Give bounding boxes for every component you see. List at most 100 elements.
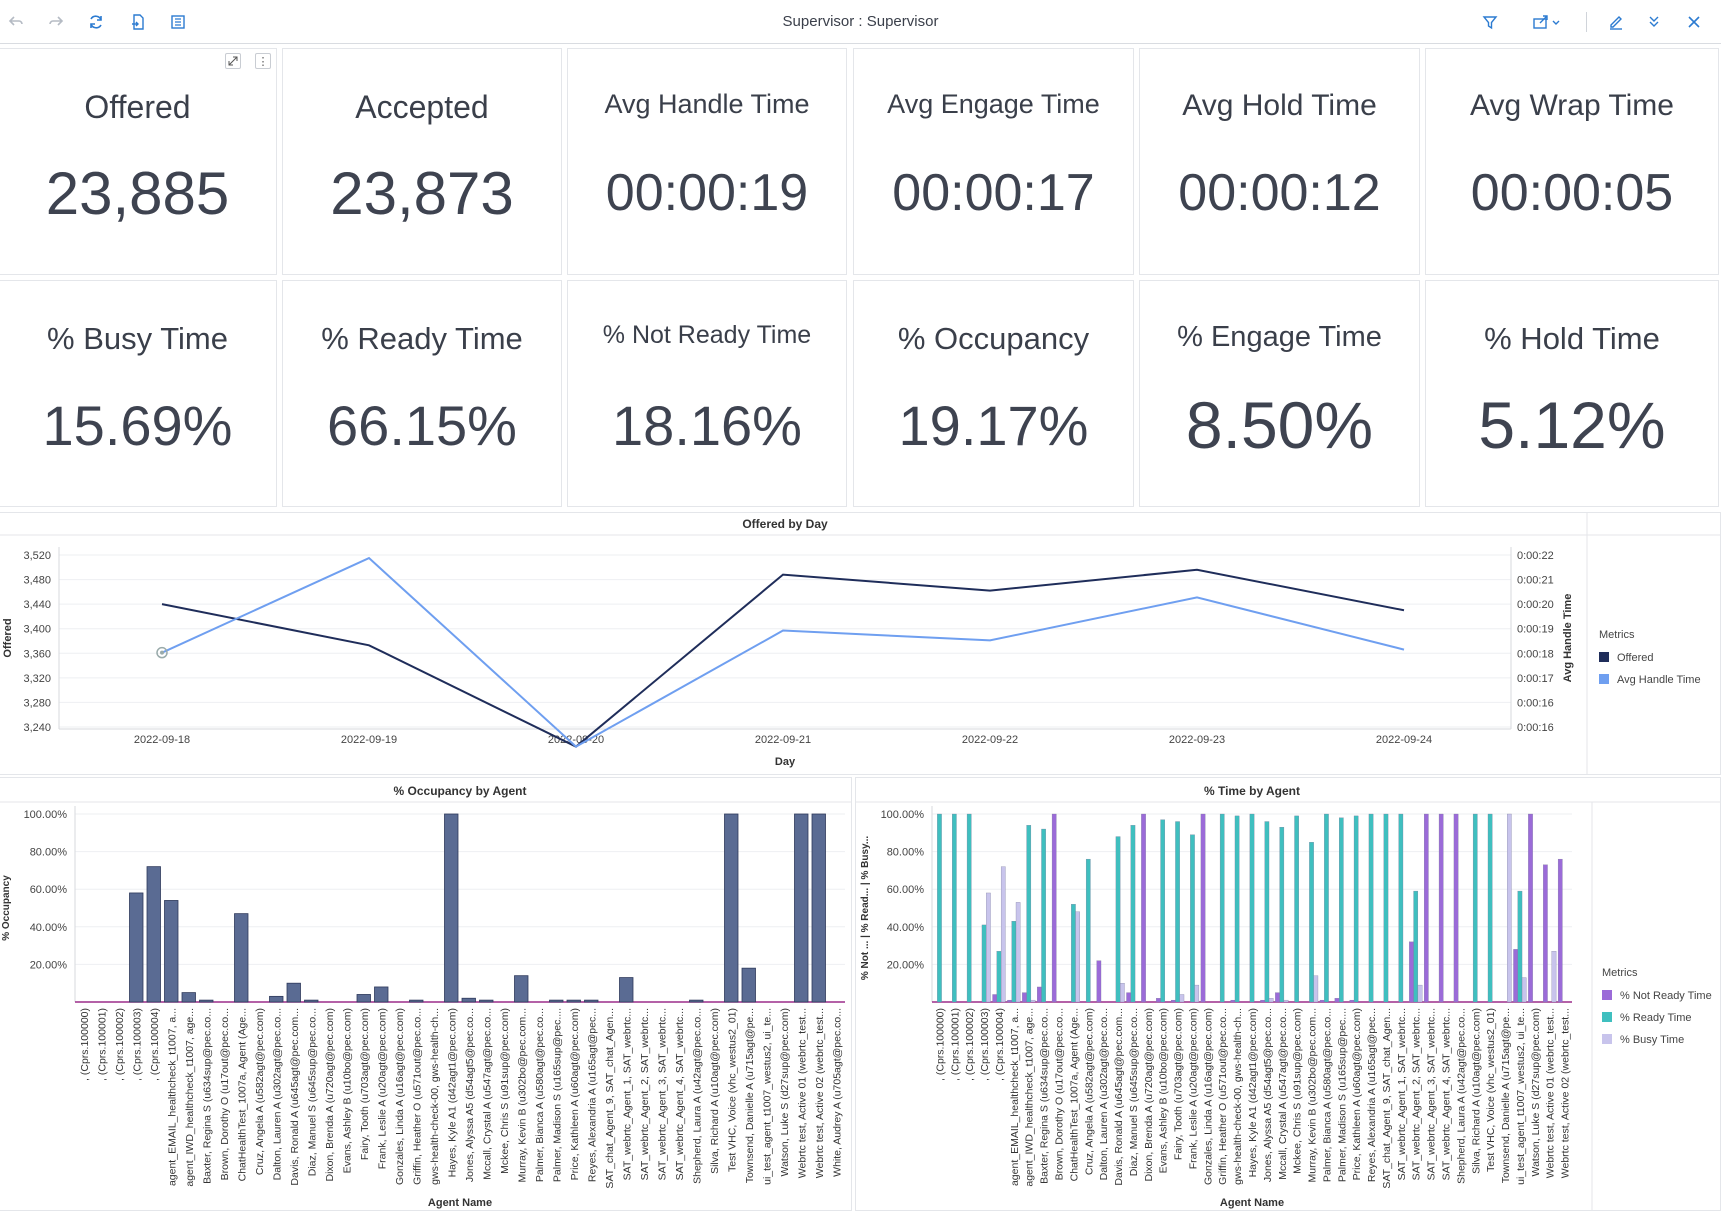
time-bar-busy	[1507, 813, 1512, 1003]
filter-icon[interactable]	[1480, 12, 1500, 32]
x-tick-label: Townsend, Danielle A (u715agt@pe...	[1500, 1008, 1512, 1183]
expand-icon[interactable]	[225, 53, 241, 69]
kpi-tile-occupancy[interactable]: % Occupancy 19.17%	[853, 280, 1134, 507]
x-tick-label: Dalton, Lauren A (u302agt@pec.co...	[271, 1008, 283, 1180]
x-tick-label: ChatHealthTest_1007a, Agent (Age...	[1068, 1008, 1080, 1181]
legend-swatch	[1599, 674, 1609, 684]
time-bar-not-ready	[1096, 960, 1102, 1003]
y-tick-label: 40.00%	[30, 922, 68, 934]
kpi-tile-not-ready-time[interactable]: % Not Ready Time 18.16%	[567, 280, 847, 507]
share-icon[interactable]	[1530, 12, 1566, 32]
kpi-tile-avg-wrap-time[interactable]: Avg Wrap Time 00:00:05	[1425, 48, 1719, 275]
collapse-icon[interactable]	[1644, 12, 1664, 32]
kpi-tile-ready-time[interactable]: % Ready Time 66.15%	[282, 280, 562, 507]
x-tick-label: Cruz, Angela A (u582agt@pec.com)	[1083, 1008, 1095, 1175]
occupancy-bar	[199, 999, 214, 1003]
time-bar-busy	[1000, 866, 1006, 1003]
legend-swatch	[1599, 652, 1609, 662]
x-tick-label: Murray, Kevin B (u302bo@pec.com...	[1307, 1008, 1319, 1182]
time-bar-ready	[1041, 828, 1046, 1003]
x-tick-label: Fairy, Tooth (u703agt@pec.com)	[1173, 1008, 1185, 1160]
series-line-avg-handle-time	[161, 556, 1405, 748]
time-bar-ready	[996, 951, 1002, 1003]
chart-title: Offered by Day	[742, 517, 828, 531]
kpi-value: 23,885	[45, 160, 230, 227]
time-bar-ready	[1026, 825, 1032, 1003]
time-bar-not-ready	[1037, 986, 1042, 1003]
time-bar-ready	[1324, 813, 1329, 1003]
legend-swatch	[1602, 1034, 1612, 1044]
time-bar-not-ready	[992, 994, 997, 1003]
y2-tick-label: 0:00:20	[1517, 599, 1554, 611]
time-by-agent-panel: % Time by Agent 100.00% 80.00% 60.00% 40.00%…	[855, 777, 1721, 1211]
time-bar-ready	[1398, 813, 1404, 1003]
time-bar-ready	[1071, 904, 1076, 1003]
time-bar-ready	[966, 813, 972, 1003]
kpi-tile-accepted[interactable]: Accepted 23,873	[282, 48, 562, 275]
time-bar-not-ready	[1543, 864, 1548, 1003]
x-tick-label: Evans, Ashley B (u10bo@pec.com)	[341, 1008, 353, 1173]
kpi-tile-avg-engage-time[interactable]: Avg Engage Time 00:00:17	[853, 48, 1134, 275]
x-tick-label: Webrtc test, Active 02 (webrtc_test...	[814, 1008, 826, 1178]
occupancy-bar	[129, 892, 144, 1003]
offered-by-day-panel: Offered by Day 3,520 3,480 3,440 3,400 3,360 3…	[0, 512, 1721, 775]
occupancy-bar	[304, 999, 319, 1003]
close-icon[interactable]	[1684, 12, 1704, 32]
time-bar-ready	[1011, 921, 1017, 1003]
kpi-tile-avg-handle-time[interactable]: Avg Handle Time 00:00:19	[567, 48, 847, 275]
series-line-offered	[161, 568, 1405, 748]
time-bar-ready	[1517, 890, 1523, 1003]
x-tick-label: Gonzales, Linda A (u16agt@pec.com)	[1202, 1008, 1214, 1185]
legend-swatch	[1602, 1012, 1612, 1022]
more-options-icon[interactable]: ⋮	[255, 53, 271, 69]
time-bar-ready	[1190, 834, 1195, 1003]
kpi-tile-avg-hold-time[interactable]: Avg Hold Time 00:00:12	[1139, 48, 1420, 275]
kpi-tile-engage-time[interactable]: % Engage Time 8.50%	[1139, 280, 1420, 507]
occupancy-bar	[234, 913, 249, 1003]
kpi-tile-offered[interactable]: Offered 23,885 ⋮	[0, 48, 277, 275]
kpi-value: 5.12%	[1478, 388, 1666, 462]
time-bar-ready	[1234, 815, 1240, 1003]
x-tick-label: Baxter, Regina S (u634sup@pec.co...	[201, 1008, 213, 1184]
y-tick-label: 3,240	[23, 722, 51, 734]
kpi-title: % Not Ready Time	[602, 321, 812, 349]
time-bar-ready	[1383, 813, 1389, 1003]
occupancy-bar	[286, 982, 301, 1003]
chart-title: % Occupancy by Agent	[394, 784, 527, 798]
time-bar-busy	[1313, 975, 1319, 1003]
occupancy-bar	[444, 813, 459, 1003]
hover-point-dot	[160, 650, 164, 655]
kpi-value: 00:00:17	[892, 164, 1095, 222]
time-bar-busy	[1417, 984, 1423, 1003]
x-tick-label: , (Cprs.100003)	[131, 1008, 143, 1081]
x-tick-label: 2022-09-24	[1376, 734, 1432, 746]
x-tick-label: Mckee, Chris S (u91sup@pec.com)	[499, 1008, 511, 1174]
occupancy-bar	[584, 999, 599, 1003]
kpi-title: % Engage Time	[1177, 321, 1382, 353]
legend-swatch	[1602, 990, 1612, 1000]
time-bar-ready	[1160, 819, 1165, 1003]
edit-icon[interactable]	[1606, 12, 1626, 32]
x-tick-label: Webrtc test, Active 01 (webrtc_test...	[1545, 1008, 1557, 1178]
occupancy-bar	[811, 813, 826, 1003]
x-tick-label: SAT_webrtc_Agent_2, SAT_webrtc...	[639, 1008, 651, 1180]
x-tick-label: Watson, Luke S (d27sup@pec.com)	[779, 1008, 791, 1176]
kpi-tile-hold-time[interactable]: % Hold Time 5.12%	[1425, 280, 1719, 507]
x-tick-label: Frank, Leslie A (u20agt@pec.com)	[1187, 1008, 1199, 1169]
x-tick-label: Griffin, Heather O (u571out@pec.co...	[1217, 1008, 1229, 1185]
x-tick-label: Mckee, Chris S (u91sup@pec.com)	[1292, 1008, 1304, 1174]
x-tick-label: Silva, Richard A (u10agt@pec.com)	[1470, 1008, 1482, 1174]
x-tick-label: Diaz, Manuel S (u645sup@pec.co...	[1128, 1008, 1140, 1176]
x-tick-label: 2022-09-18	[134, 734, 190, 746]
x-axis-title: Agent Name	[1220, 1197, 1284, 1209]
time-bar-not-ready	[1513, 949, 1518, 1003]
time-bar-busy	[986, 892, 991, 1003]
y2-tick-label: 0:00:17	[1517, 673, 1554, 685]
time-bar-ready	[1264, 821, 1270, 1003]
y-tick-label: 60.00%	[887, 884, 925, 896]
x-tick-label: Price, Kathleen A (u60agt@pec.com)	[569, 1008, 581, 1180]
chart-title: % Time by Agent	[1204, 784, 1300, 798]
kpi-tile-busy-time[interactable]: % Busy Time 15.69%	[0, 280, 277, 507]
kpi-value: 19.17%	[898, 394, 1089, 457]
time-bar-not-ready	[1275, 992, 1280, 1003]
